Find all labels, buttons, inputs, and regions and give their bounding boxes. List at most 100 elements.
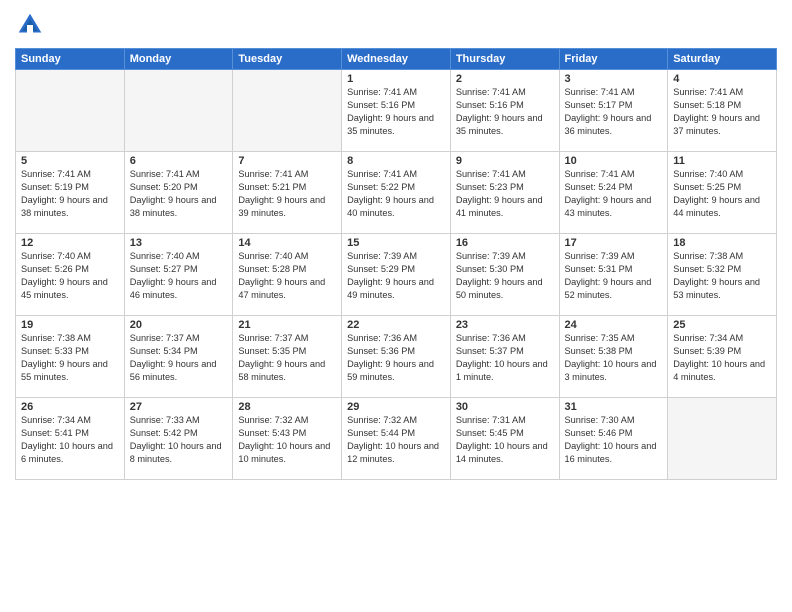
calendar-cell: 10Sunrise: 7:41 AMSunset: 5:24 PMDayligh… [559,152,668,234]
calendar-cell: 11Sunrise: 7:40 AMSunset: 5:25 PMDayligh… [668,152,777,234]
calendar-cell: 14Sunrise: 7:40 AMSunset: 5:28 PMDayligh… [233,234,342,316]
day-number: 25 [673,319,771,331]
calendar-cell [233,70,342,152]
day-info: Sunrise: 7:40 AMSunset: 5:27 PMDaylight:… [130,250,228,302]
day-number: 11 [673,155,771,167]
calendar-cell: 5Sunrise: 7:41 AMSunset: 5:19 PMDaylight… [16,152,125,234]
calendar-cell: 4Sunrise: 7:41 AMSunset: 5:18 PMDaylight… [668,70,777,152]
day-number: 28 [238,401,336,413]
calendar-cell: 22Sunrise: 7:36 AMSunset: 5:36 PMDayligh… [342,316,451,398]
calendar-cell: 18Sunrise: 7:38 AMSunset: 5:32 PMDayligh… [668,234,777,316]
day-info: Sunrise: 7:37 AMSunset: 5:35 PMDaylight:… [238,332,336,384]
logo [15,10,49,40]
day-info: Sunrise: 7:38 AMSunset: 5:32 PMDaylight:… [673,250,771,302]
calendar-cell: 28Sunrise: 7:32 AMSunset: 5:43 PMDayligh… [233,398,342,480]
day-number: 6 [130,155,228,167]
day-info: Sunrise: 7:41 AMSunset: 5:20 PMDaylight:… [130,168,228,220]
dow-wednesday: Wednesday [342,49,451,70]
calendar-cell: 16Sunrise: 7:39 AMSunset: 5:30 PMDayligh… [450,234,559,316]
calendar-cell [124,70,233,152]
day-info: Sunrise: 7:38 AMSunset: 5:33 PMDaylight:… [21,332,119,384]
day-number: 14 [238,237,336,249]
calendar-table: SundayMondayTuesdayWednesdayThursdayFrid… [15,48,777,480]
calendar-cell: 2Sunrise: 7:41 AMSunset: 5:16 PMDaylight… [450,70,559,152]
calendar-cell: 21Sunrise: 7:37 AMSunset: 5:35 PMDayligh… [233,316,342,398]
day-info: Sunrise: 7:39 AMSunset: 5:31 PMDaylight:… [565,250,663,302]
day-info: Sunrise: 7:34 AMSunset: 5:39 PMDaylight:… [673,332,771,384]
calendar-cell: 1Sunrise: 7:41 AMSunset: 5:16 PMDaylight… [342,70,451,152]
day-number: 5 [21,155,119,167]
day-number: 10 [565,155,663,167]
day-info: Sunrise: 7:40 AMSunset: 5:28 PMDaylight:… [238,250,336,302]
day-info: Sunrise: 7:32 AMSunset: 5:43 PMDaylight:… [238,414,336,466]
day-number: 12 [21,237,119,249]
day-number: 8 [347,155,445,167]
calendar-cell: 7Sunrise: 7:41 AMSunset: 5:21 PMDaylight… [233,152,342,234]
day-info: Sunrise: 7:32 AMSunset: 5:44 PMDaylight:… [347,414,445,466]
day-info: Sunrise: 7:41 AMSunset: 5:22 PMDaylight:… [347,168,445,220]
calendar-cell: 27Sunrise: 7:33 AMSunset: 5:42 PMDayligh… [124,398,233,480]
day-info: Sunrise: 7:36 AMSunset: 5:37 PMDaylight:… [456,332,554,384]
calendar-cell: 30Sunrise: 7:31 AMSunset: 5:45 PMDayligh… [450,398,559,480]
day-number: 1 [347,73,445,85]
calendar-cell: 15Sunrise: 7:39 AMSunset: 5:29 PMDayligh… [342,234,451,316]
dow-thursday: Thursday [450,49,559,70]
day-number: 19 [21,319,119,331]
dow-sunday: Sunday [16,49,125,70]
day-info: Sunrise: 7:31 AMSunset: 5:45 PMDaylight:… [456,414,554,466]
day-number: 15 [347,237,445,249]
day-info: Sunrise: 7:41 AMSunset: 5:16 PMDaylight:… [456,86,554,138]
dow-monday: Monday [124,49,233,70]
week-row-3: 19Sunrise: 7:38 AMSunset: 5:33 PMDayligh… [16,316,777,398]
day-info: Sunrise: 7:41 AMSunset: 5:16 PMDaylight:… [347,86,445,138]
day-number: 3 [565,73,663,85]
calendar-cell: 13Sunrise: 7:40 AMSunset: 5:27 PMDayligh… [124,234,233,316]
calendar-cell: 31Sunrise: 7:30 AMSunset: 5:46 PMDayligh… [559,398,668,480]
day-info: Sunrise: 7:41 AMSunset: 5:24 PMDaylight:… [565,168,663,220]
day-info: Sunrise: 7:41 AMSunset: 5:19 PMDaylight:… [21,168,119,220]
day-number: 13 [130,237,228,249]
day-info: Sunrise: 7:39 AMSunset: 5:30 PMDaylight:… [456,250,554,302]
day-number: 4 [673,73,771,85]
calendar-cell: 17Sunrise: 7:39 AMSunset: 5:31 PMDayligh… [559,234,668,316]
day-number: 22 [347,319,445,331]
calendar-cell: 8Sunrise: 7:41 AMSunset: 5:22 PMDaylight… [342,152,451,234]
day-number: 24 [565,319,663,331]
day-number: 26 [21,401,119,413]
day-info: Sunrise: 7:41 AMSunset: 5:18 PMDaylight:… [673,86,771,138]
day-number: 21 [238,319,336,331]
day-info: Sunrise: 7:41 AMSunset: 5:17 PMDaylight:… [565,86,663,138]
week-row-4: 26Sunrise: 7:34 AMSunset: 5:41 PMDayligh… [16,398,777,480]
day-number: 9 [456,155,554,167]
day-of-week-header: SundayMondayTuesdayWednesdayThursdayFrid… [16,49,777,70]
day-info: Sunrise: 7:41 AMSunset: 5:23 PMDaylight:… [456,168,554,220]
calendar-cell: 24Sunrise: 7:35 AMSunset: 5:38 PMDayligh… [559,316,668,398]
day-info: Sunrise: 7:41 AMSunset: 5:21 PMDaylight:… [238,168,336,220]
day-info: Sunrise: 7:36 AMSunset: 5:36 PMDaylight:… [347,332,445,384]
calendar-cell: 23Sunrise: 7:36 AMSunset: 5:37 PMDayligh… [450,316,559,398]
logo-icon [15,10,45,40]
calendar-cell: 9Sunrise: 7:41 AMSunset: 5:23 PMDaylight… [450,152,559,234]
week-row-1: 5Sunrise: 7:41 AMSunset: 5:19 PMDaylight… [16,152,777,234]
calendar-cell: 29Sunrise: 7:32 AMSunset: 5:44 PMDayligh… [342,398,451,480]
day-number: 27 [130,401,228,413]
day-number: 23 [456,319,554,331]
day-info: Sunrise: 7:33 AMSunset: 5:42 PMDaylight:… [130,414,228,466]
dow-saturday: Saturday [668,49,777,70]
week-row-2: 12Sunrise: 7:40 AMSunset: 5:26 PMDayligh… [16,234,777,316]
calendar-cell [16,70,125,152]
day-number: 31 [565,401,663,413]
calendar-cell [668,398,777,480]
day-number: 20 [130,319,228,331]
day-number: 18 [673,237,771,249]
day-info: Sunrise: 7:34 AMSunset: 5:41 PMDaylight:… [21,414,119,466]
day-info: Sunrise: 7:39 AMSunset: 5:29 PMDaylight:… [347,250,445,302]
day-number: 7 [238,155,336,167]
calendar-cell: 25Sunrise: 7:34 AMSunset: 5:39 PMDayligh… [668,316,777,398]
day-number: 17 [565,237,663,249]
calendar-cell: 12Sunrise: 7:40 AMSunset: 5:26 PMDayligh… [16,234,125,316]
day-info: Sunrise: 7:30 AMSunset: 5:46 PMDaylight:… [565,414,663,466]
calendar-cell: 6Sunrise: 7:41 AMSunset: 5:20 PMDaylight… [124,152,233,234]
day-info: Sunrise: 7:40 AMSunset: 5:26 PMDaylight:… [21,250,119,302]
page-container: SundayMondayTuesdayWednesdayThursdayFrid… [0,0,792,612]
